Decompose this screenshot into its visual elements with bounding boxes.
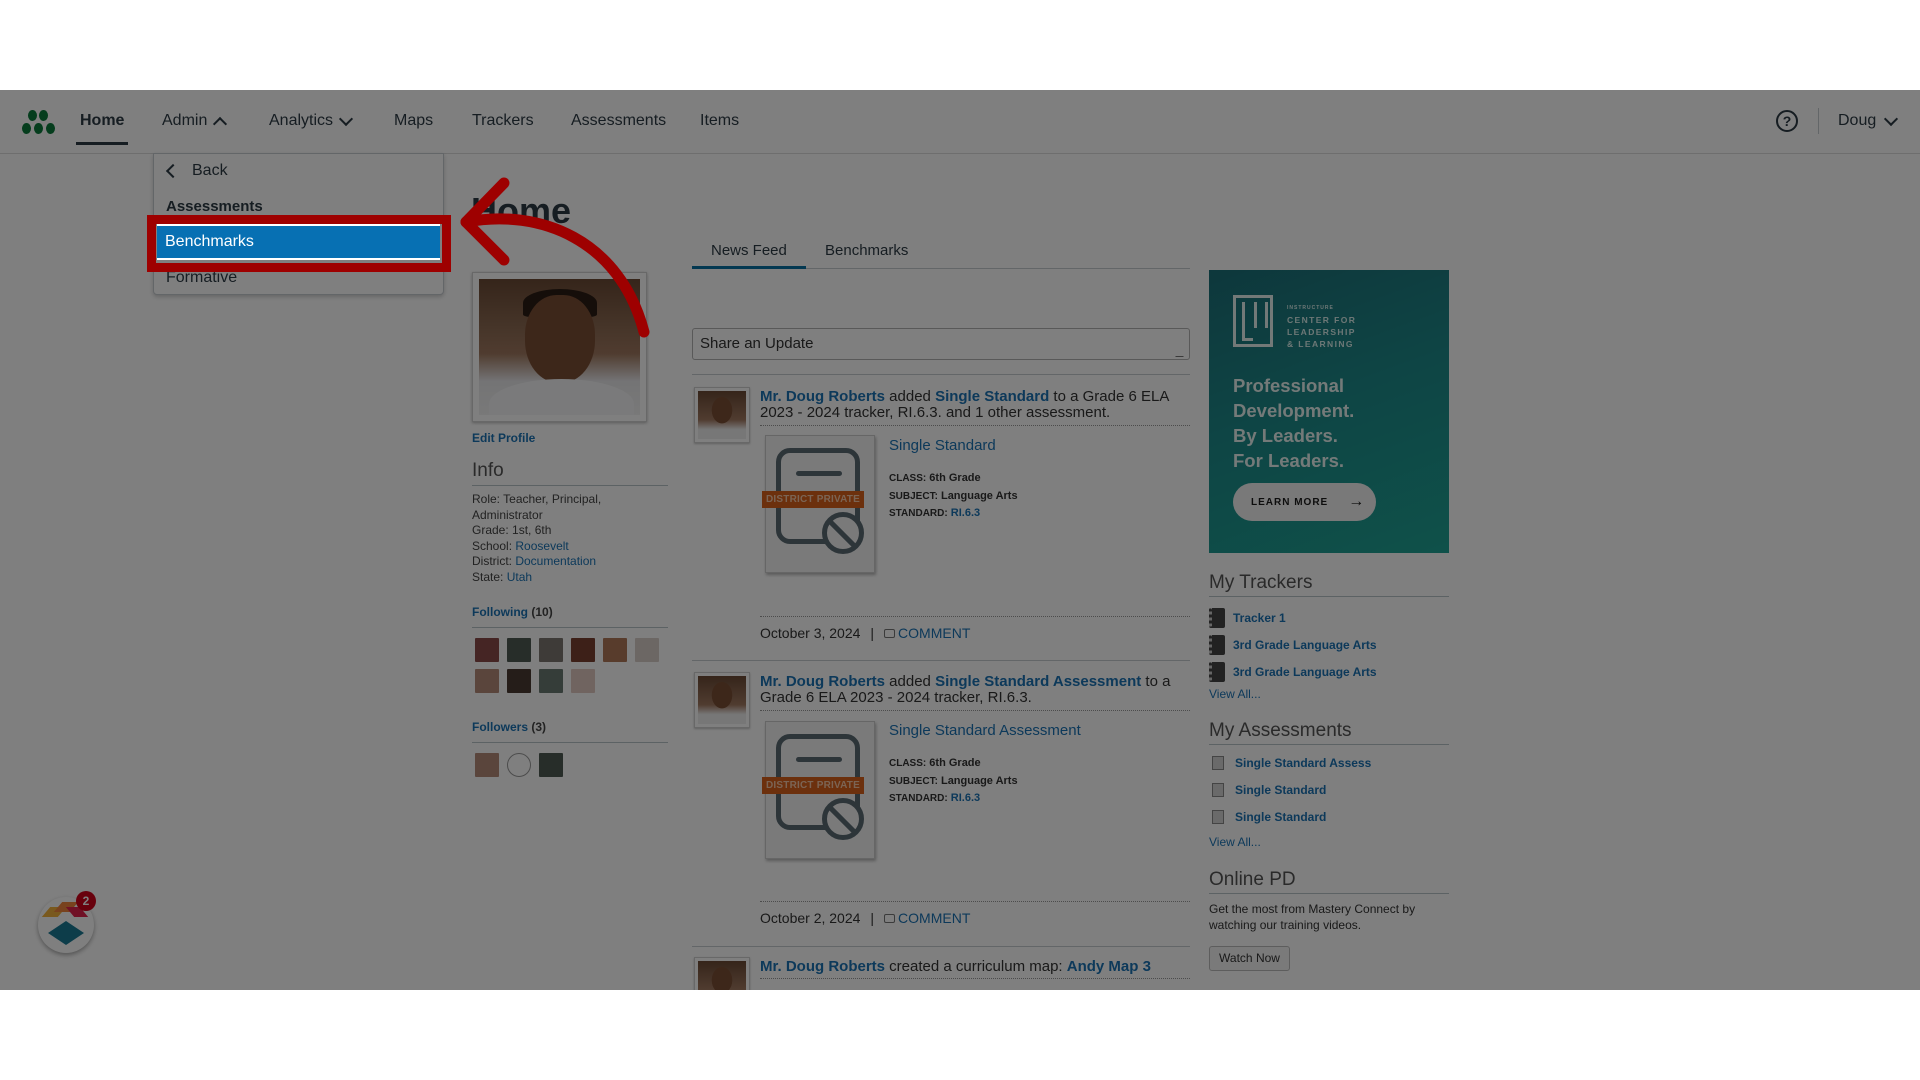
app-frame: Home Admin Analytics Maps Trackers Asses… — [0, 90, 1920, 990]
annotation-highlight-box — [147, 215, 451, 272]
